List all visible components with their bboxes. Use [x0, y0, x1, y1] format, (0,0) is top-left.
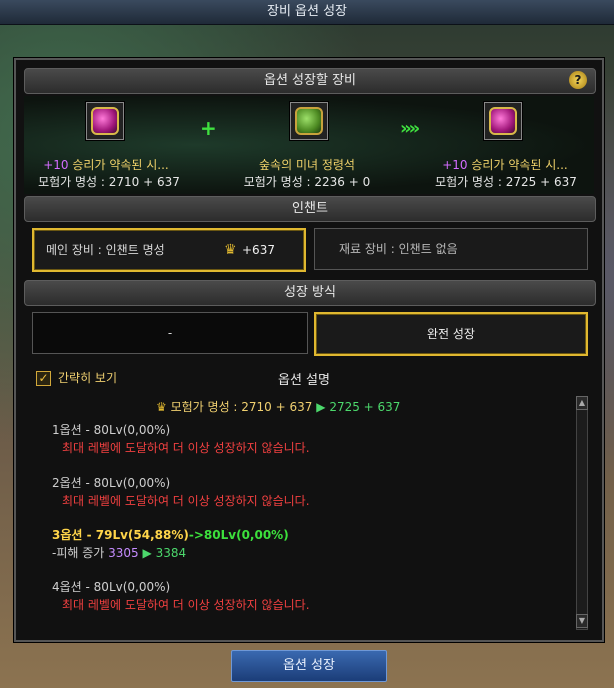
material-enchant-label: 재료 장비 : 인챈트 없음: [339, 242, 458, 256]
section-target-header: 옵션 성장할 장비 ?: [24, 68, 596, 94]
option-4-desc: 최대 레벨에 도달하여 더 이상 성장하지 않습니다.: [62, 598, 310, 612]
option-2-desc: 최대 레벨에 도달하여 더 이상 성장하지 않습니다.: [62, 494, 310, 508]
result-equipment-name: +10 승리가 약속된 시...: [442, 158, 568, 172]
result-equipment-slot[interactable]: [484, 102, 522, 140]
help-icon[interactable]: ?: [569, 71, 587, 89]
option-3-title: 3옵션 - 79Lv(54,88%)->80Lv(0,00%): [52, 528, 289, 542]
material-slot[interactable]: [290, 102, 328, 140]
simple-view-label: 간략히 보기: [58, 371, 118, 385]
option-1-title: 1옵션 - 80Lv(0,00%): [52, 423, 171, 437]
fame-change-line: ♛ 모험가 명성 : 2710 + 637 ▶ 2725 + 637: [156, 400, 401, 414]
option-grow-button[interactable]: 옵션 성장: [231, 650, 387, 682]
option-4-title: 4옵션 - 80Lv(0,00%): [52, 580, 171, 594]
fame-icon: ♛: [156, 400, 167, 414]
method-left-label: -: [167, 326, 173, 340]
scroll-down-icon[interactable]: ▼: [576, 614, 588, 628]
main-equipment-fame: 모험가 명성 : 2710 + 637: [38, 175, 180, 189]
scroll-up-icon[interactable]: ▲: [576, 396, 588, 410]
main-equipment-slot[interactable]: [86, 102, 124, 140]
result-arrow-icon: »»: [400, 118, 420, 139]
simple-view-checkbox[interactable]: ✓: [36, 371, 51, 386]
fame-arrow-icon: ▶: [316, 400, 326, 414]
main-enchant-label: 메인 장비 : 인챈트 명성: [46, 243, 165, 257]
material-name: 숲속의 미녀 정령석: [259, 158, 355, 172]
option-growth-window: 옵션 성장할 장비 ? + »» +10 승리가 약속된 시... 모험가 명성…: [14, 58, 604, 642]
main-enchant-value: +637: [242, 243, 275, 257]
method-option-left[interactable]: -: [32, 312, 308, 354]
window-title: 장비 옵션 성장: [0, 0, 614, 25]
main-equipment-icon: [91, 107, 119, 135]
material-fame: 모험가 명성 : 2236 + 0: [243, 175, 371, 189]
material-icon: [295, 107, 323, 135]
description-scrollbar[interactable]: [576, 396, 588, 630]
option-3-effect: -피해 증가 3305 ▶ 3384: [52, 546, 187, 560]
option-2-title: 2옵션 - 80Lv(0,00%): [52, 476, 171, 490]
section-method-header: 성장 방식: [24, 280, 596, 306]
method-option-full-growth[interactable]: 완전 성장: [314, 312, 588, 356]
main-enchant-panel: 메인 장비 : 인챈트 명성 ♛ +637: [32, 228, 306, 272]
result-equipment-fame: 모험가 명성 : 2725 + 637: [435, 175, 577, 189]
main-equipment-name: +10 승리가 약속된 시...: [43, 158, 169, 172]
section-enchant-header: 인챈트: [24, 196, 596, 222]
option-desc-title: 옵션 설명: [278, 373, 330, 388]
option-1-desc: 최대 레벨에 도달하여 더 이상 성장하지 않습니다.: [62, 441, 310, 455]
result-equipment-icon: [489, 107, 517, 135]
method-right-label: 완전 성장: [427, 327, 475, 341]
enchant-fame-icon: ♛: [224, 242, 237, 258]
material-enchant-panel: 재료 장비 : 인챈트 없음: [314, 228, 588, 270]
section-target-title: 옵션 성장할 장비: [264, 73, 356, 88]
plus-icon: +: [200, 116, 217, 140]
